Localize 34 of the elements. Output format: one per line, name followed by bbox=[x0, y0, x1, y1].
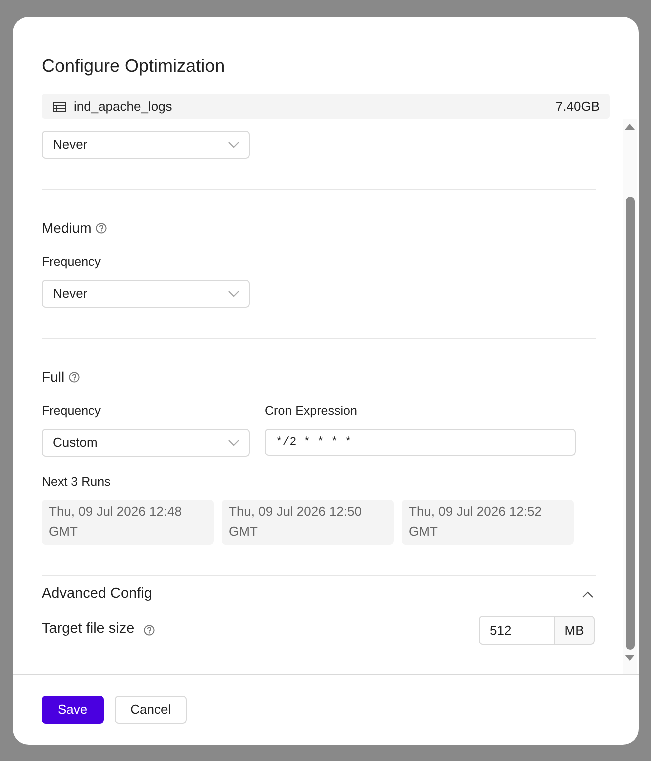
scrollbar-thumb[interactable] bbox=[626, 197, 634, 650]
chevron-down-icon bbox=[228, 290, 240, 298]
field-label: Target file size bbox=[42, 620, 135, 640]
field-label: Frequency bbox=[42, 404, 102, 419]
dialog-title: Configure Optimization bbox=[42, 55, 226, 77]
field-label: Next 3 Runs bbox=[42, 475, 112, 490]
table-size: 7.40GB bbox=[556, 98, 600, 116]
section-heading: Full bbox=[42, 368, 65, 386]
advanced-config-toggle[interactable]: Advanced Config bbox=[42, 584, 152, 606]
chevron-down-icon bbox=[228, 439, 240, 447]
section-heading: Medium bbox=[42, 219, 92, 237]
scroll-up-icon[interactable] bbox=[625, 124, 635, 130]
scroll-down-icon[interactable] bbox=[625, 655, 635, 661]
save-button[interactable]: Save bbox=[42, 696, 104, 724]
cron-input-field[interactable]: */2 * * * * bbox=[265, 429, 576, 456]
run-time-chip: Thu, 09 Jul 2026 12:48 GMT bbox=[42, 500, 214, 545]
help-icon bbox=[96, 222, 107, 234]
size-input-field[interactable]: 512 bbox=[479, 616, 555, 645]
scrollbar[interactable] bbox=[623, 119, 637, 674]
frequency-select[interactable]: Never bbox=[42, 280, 250, 308]
field-label: Frequency bbox=[42, 255, 102, 270]
chevron-down-icon bbox=[228, 141, 240, 149]
table-name: ind_apache_logs bbox=[74, 98, 172, 116]
frequency-select[interactable]: Never bbox=[42, 131, 250, 159]
cancel-button[interactable]: Cancel bbox=[114, 696, 188, 724]
run-time-chip: Thu, 09 Jul 2026 12:50 GMT bbox=[222, 500, 394, 545]
help-icon bbox=[68, 372, 80, 382]
chevron-up-icon[interactable] bbox=[582, 590, 594, 599]
run-time-chip: Thu, 09 Jul 2026 12:52 GMT bbox=[402, 500, 574, 545]
frequency-select[interactable]: Custom bbox=[42, 429, 250, 457]
table-icon bbox=[53, 102, 66, 112]
unit-label: MB bbox=[555, 616, 595, 645]
help-icon bbox=[144, 624, 155, 636]
field-label: Cron Expression bbox=[265, 404, 358, 419]
